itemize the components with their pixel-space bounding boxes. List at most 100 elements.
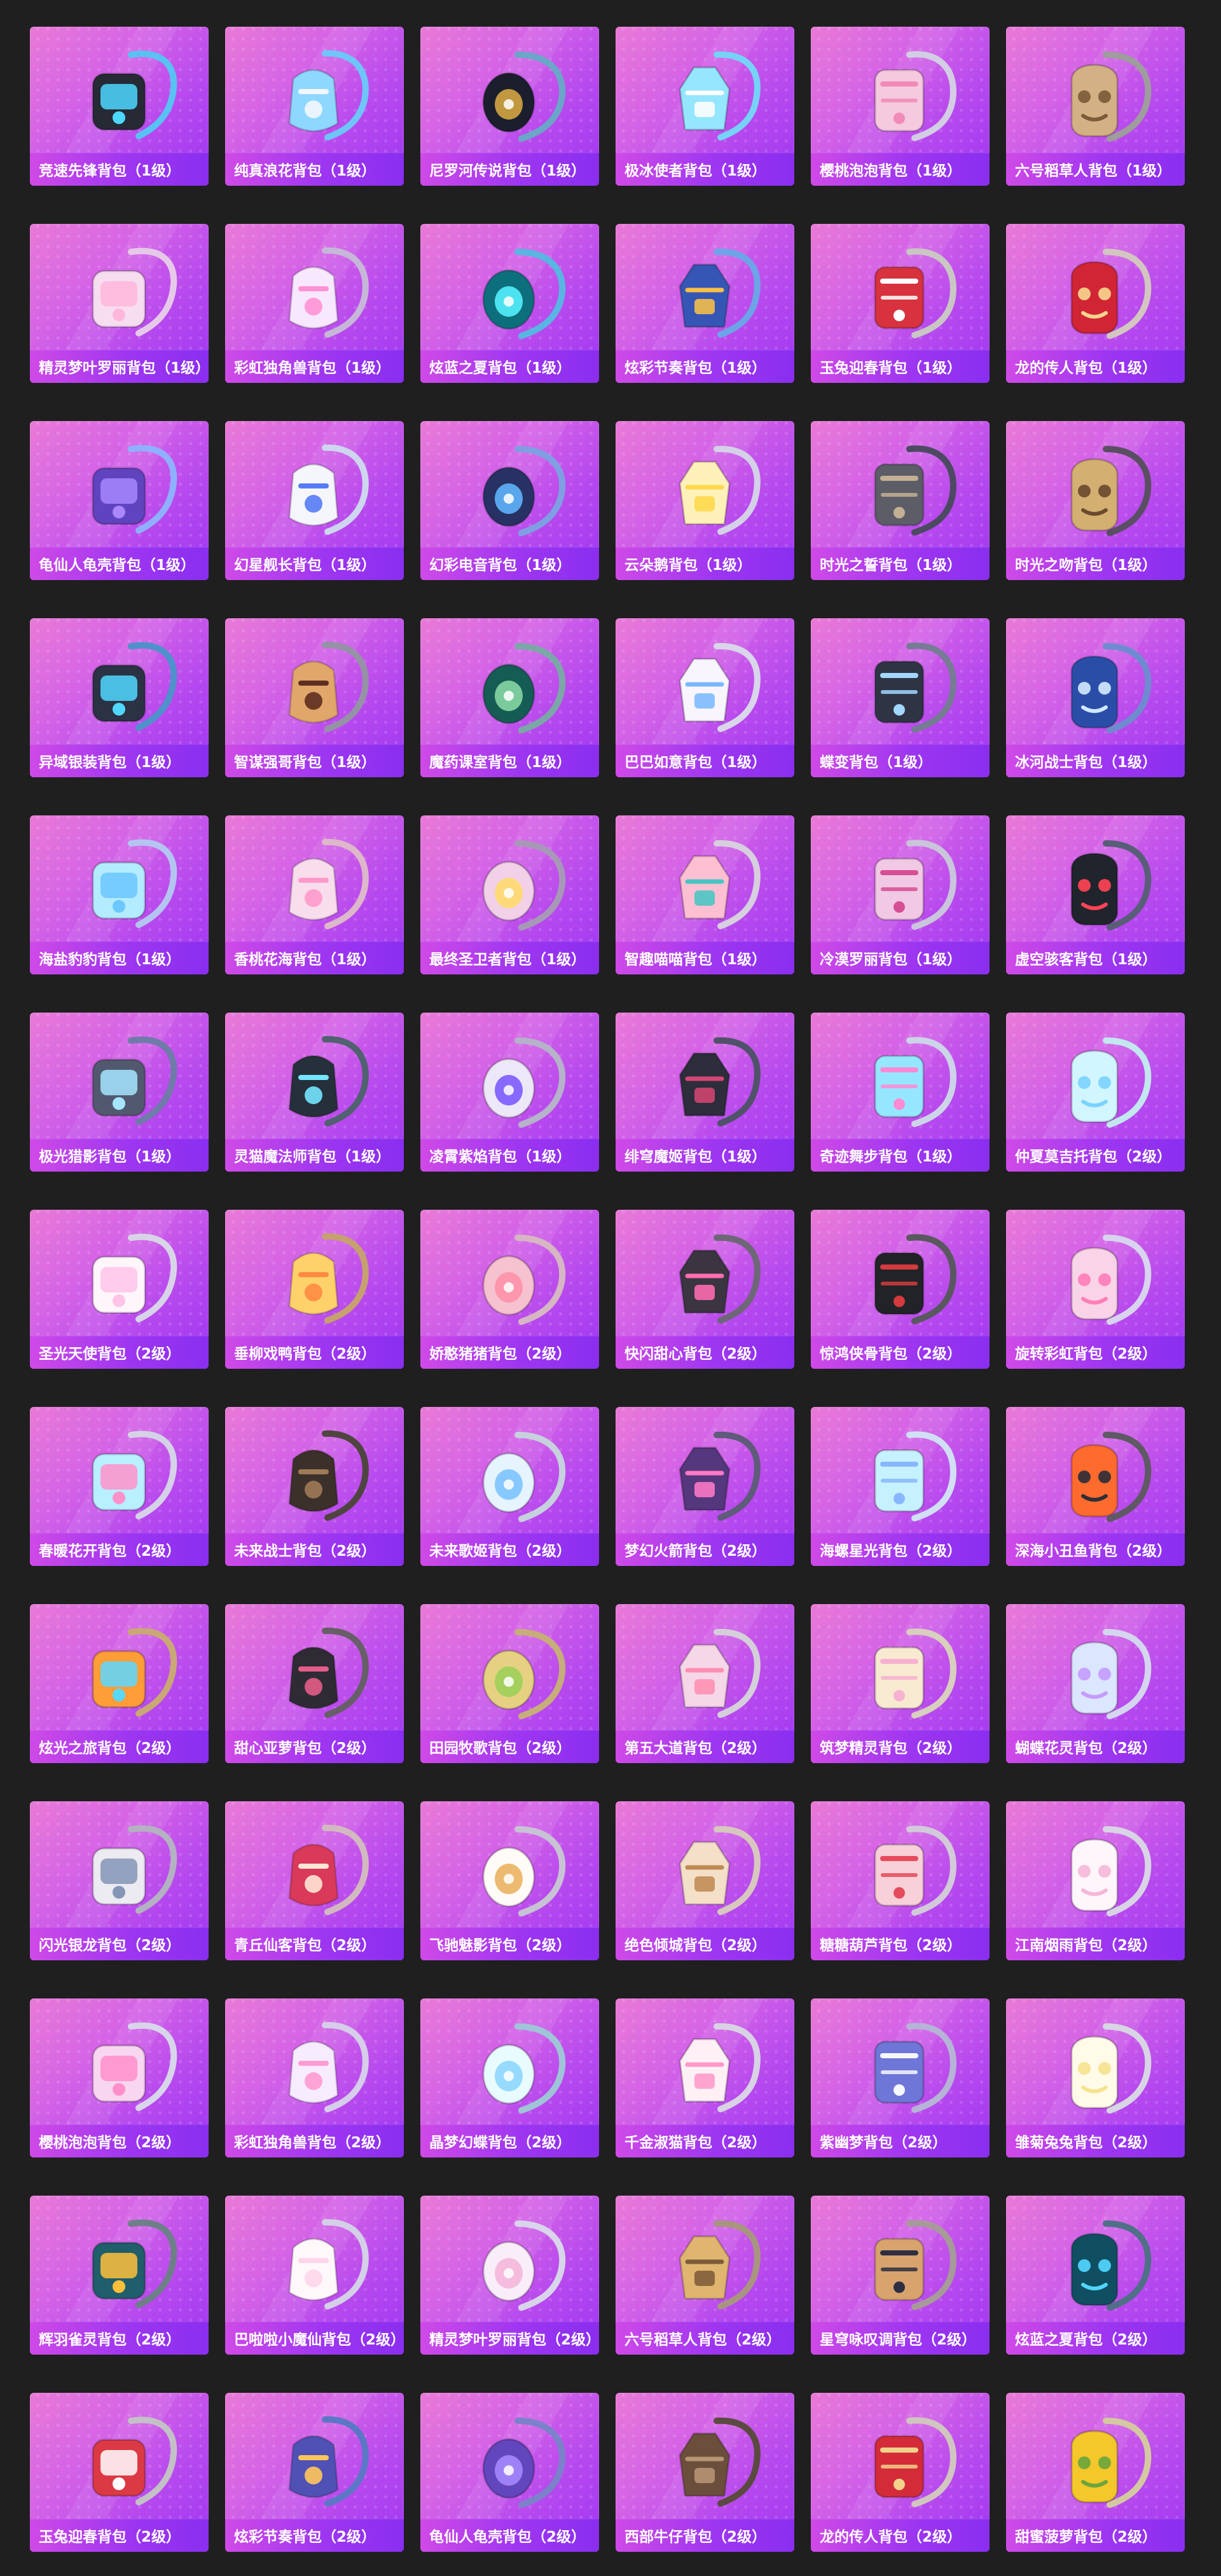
backpack-card[interactable]: 玉兔迎春背包（2级） <box>30 2393 209 2552</box>
backpack-card[interactable]: 幻星舰长背包（1级） <box>225 421 404 580</box>
backpack-card[interactable]: 雏菊兔兔背包（2级） <box>1006 1998 1185 2157</box>
backpack-card[interactable]: 炫彩节奏背包（1级） <box>616 224 794 383</box>
backpack-card[interactable]: 凌霄紫焰背包（1级） <box>420 1013 599 1172</box>
backpack-card[interactable]: 纯真浪花背包（1级） <box>225 27 404 186</box>
backpack-card[interactable]: 异域银装背包（1级） <box>30 618 209 777</box>
backpack-card[interactable]: 香桃花海背包（1级） <box>225 815 404 974</box>
backpack-card[interactable]: 快闪甜心背包（2级） <box>616 1210 794 1369</box>
backpack-card[interactable]: 蝴蝶花灵背包（2级） <box>1006 1604 1185 1763</box>
backpack-card[interactable]: 星穹咏叹调背包（2级） <box>811 2196 990 2355</box>
backpack-label: 蝶变背包（1级） <box>811 744 990 777</box>
backpack-card[interactable]: 玉兔迎春背包（1级） <box>811 224 990 383</box>
backpack-card[interactable]: 第五大道背包（2级） <box>616 1604 794 1763</box>
backpack-icon <box>1032 240 1159 342</box>
backpack-card[interactable]: 竞速先锋背包（1级） <box>30 27 209 186</box>
backpack-card[interactable]: 精灵梦叶罗丽背包（2级） <box>420 2196 599 2355</box>
backpack-card[interactable]: 辉羽雀灵背包（2级） <box>30 2196 209 2355</box>
backpack-icon <box>56 240 183 342</box>
backpack-icon <box>56 832 183 934</box>
backpack-card[interactable]: 绝色倾城背包（2级） <box>616 1801 794 1960</box>
backpack-card[interactable]: 巴巴如意背包（1级） <box>616 618 794 777</box>
backpack-card[interactable]: 闪光银龙背包（2级） <box>30 1801 209 1960</box>
backpack-card[interactable]: 晶梦幻蝶背包（2级） <box>420 1998 599 2157</box>
backpack-icon <box>251 635 378 737</box>
backpack-icon <box>446 1621 574 1722</box>
backpack-card[interactable]: 惊鸿侠骨背包（2级） <box>811 1210 990 1369</box>
backpack-card[interactable]: 最终圣卫者背包（1级） <box>420 815 599 974</box>
backpack-label: 巴巴如意背包（1级） <box>616 744 794 777</box>
backpack-card[interactable]: 云朵鹅背包（1级） <box>616 421 794 580</box>
backpack-label: 深海小丑鱼背包（2级） <box>1006 1533 1185 1566</box>
backpack-card[interactable]: 江南烟雨背包（2级） <box>1006 1801 1185 1960</box>
backpack-icon <box>446 832 574 934</box>
backpack-card[interactable]: 深海小丑鱼背包（2级） <box>1006 1407 1185 1566</box>
backpack-card[interactable]: 魔药课室背包（1级） <box>420 618 599 777</box>
backpack-card[interactable]: 巴啦啦小魔仙背包（2级） <box>225 2196 404 2355</box>
backpack-card[interactable]: 田园牧歌背包（2级） <box>420 1604 599 1763</box>
backpack-card[interactable]: 海螺星光背包（2级） <box>811 1407 990 1566</box>
backpack-icon <box>251 2212 378 2314</box>
backpack-card[interactable]: 旋转彩虹背包（2级） <box>1006 1210 1185 1369</box>
backpack-card[interactable]: 飞驰魅影背包（2级） <box>420 1801 599 1960</box>
backpack-card[interactable]: 冰河战士背包（1级） <box>1006 618 1185 777</box>
backpack-card[interactable]: 智谋强哥背包（1级） <box>225 618 404 777</box>
backpack-icon <box>251 1818 378 1920</box>
backpack-icon <box>446 1818 574 1920</box>
backpack-card[interactable]: 未来战士背包（2级） <box>225 1407 404 1566</box>
backpack-card[interactable]: 冷漠罗丽背包（1级） <box>811 815 990 974</box>
backpack-card[interactable]: 极光猎影背包（1级） <box>30 1013 209 1172</box>
backpack-card[interactable]: 炫蓝之夏背包（1级） <box>420 224 599 383</box>
backpack-card[interactable]: 糖糖葫芦背包（2级） <box>811 1801 990 1960</box>
backpack-card[interactable]: 仲夏莫吉托背包（2级） <box>1006 1013 1185 1172</box>
backpack-card[interactable]: 炫彩节奏背包（2级） <box>225 2393 404 2552</box>
backpack-card[interactable]: 六号稻草人背包（2级） <box>616 2196 794 2355</box>
backpack-label: 惊鸿侠骨背包（2级） <box>811 1336 990 1369</box>
backpack-card[interactable]: 炫蓝之夏背包（2级） <box>1006 2196 1185 2355</box>
backpack-card[interactable]: 绯穹魔姬背包（1级） <box>616 1013 794 1172</box>
backpack-label: 樱桃泡泡背包（1级） <box>811 153 990 186</box>
backpack-card[interactable]: 彩虹独角兽背包（1级） <box>225 224 404 383</box>
backpack-card[interactable]: 甜心亚萝背包（2级） <box>225 1604 404 1763</box>
backpack-card[interactable]: 灵猫魔法师背包（1级） <box>225 1013 404 1172</box>
backpack-card[interactable]: 西部牛仔背包（2级） <box>616 2393 794 2552</box>
backpack-icon <box>56 438 183 539</box>
backpack-card[interactable]: 幻彩电音背包（1级） <box>420 421 599 580</box>
backpack-card[interactable]: 龙的传人背包（2级） <box>811 2393 990 2552</box>
backpack-card[interactable]: 极冰使者背包（1级） <box>616 27 794 186</box>
backpack-card[interactable]: 千金淑猫背包（2级） <box>616 1998 794 2157</box>
backpack-label: 炫蓝之夏背包（1级） <box>420 350 599 383</box>
backpack-card[interactable]: 筑梦精灵背包（2级） <box>811 1604 990 1763</box>
backpack-card[interactable]: 紫幽梦背包（2级） <box>811 1998 990 2157</box>
backpack-icon <box>446 635 574 737</box>
backpack-card[interactable]: 樱桃泡泡背包（1级） <box>811 27 990 186</box>
backpack-icon <box>642 1423 769 1525</box>
backpack-card[interactable]: 时光之誓背包（1级） <box>811 421 990 580</box>
backpack-card[interactable]: 青丘仙客背包（2级） <box>225 1801 404 1960</box>
backpack-card[interactable]: 龙的传人背包（1级） <box>1006 224 1185 383</box>
backpack-card[interactable]: 垂柳戏鸭背包（2级） <box>225 1210 404 1369</box>
backpack-card[interactable]: 尼罗河传说背包（1级） <box>420 27 599 186</box>
backpack-card[interactable]: 海盐豹豹背包（1级） <box>30 815 209 974</box>
backpack-icon <box>446 2212 574 2314</box>
backpack-card[interactable]: 精灵梦叶罗丽背包（1级） <box>30 224 209 383</box>
backpack-card[interactable]: 樱桃泡泡背包（2级） <box>30 1998 209 2157</box>
backpack-card[interactable]: 蝶变背包（1级） <box>811 618 990 777</box>
backpack-card[interactable]: 智趣喵喵背包（1级） <box>616 815 794 974</box>
backpack-card[interactable]: 彩虹独角兽背包（2级） <box>225 1998 404 2157</box>
backpack-label: 旋转彩虹背包（2级） <box>1006 1336 1185 1369</box>
backpack-card[interactable]: 炫光之旅背包（2级） <box>30 1604 209 1763</box>
backpack-icon <box>642 43 769 145</box>
backpack-card[interactable]: 甜蜜菠萝背包（2级） <box>1006 2393 1185 2552</box>
backpack-card[interactable]: 龟仙人龟壳背包（2级） <box>420 2393 599 2552</box>
backpack-card[interactable]: 春暖花开背包（2级） <box>30 1407 209 1566</box>
backpack-card[interactable]: 时光之吻背包（1级） <box>1006 421 1185 580</box>
backpack-card[interactable]: 梦幻火箭背包（2级） <box>616 1407 794 1566</box>
backpack-card[interactable]: 六号稻草人背包（1级） <box>1006 27 1185 186</box>
backpack-card[interactable]: 未来歌姬背包（2级） <box>420 1407 599 1566</box>
backpack-card[interactable]: 虚空骇客背包（1级） <box>1006 815 1185 974</box>
backpack-card[interactable]: 圣光天使背包（2级） <box>30 1210 209 1369</box>
backpack-label: 蝴蝶花灵背包（2级） <box>1006 1730 1185 1763</box>
backpack-card[interactable]: 娇憨猪猪背包（2级） <box>420 1210 599 1369</box>
backpack-card[interactable]: 龟仙人龟壳背包（1级） <box>30 421 209 580</box>
backpack-card[interactable]: 奇迹舞步背包（1级） <box>811 1013 990 1172</box>
